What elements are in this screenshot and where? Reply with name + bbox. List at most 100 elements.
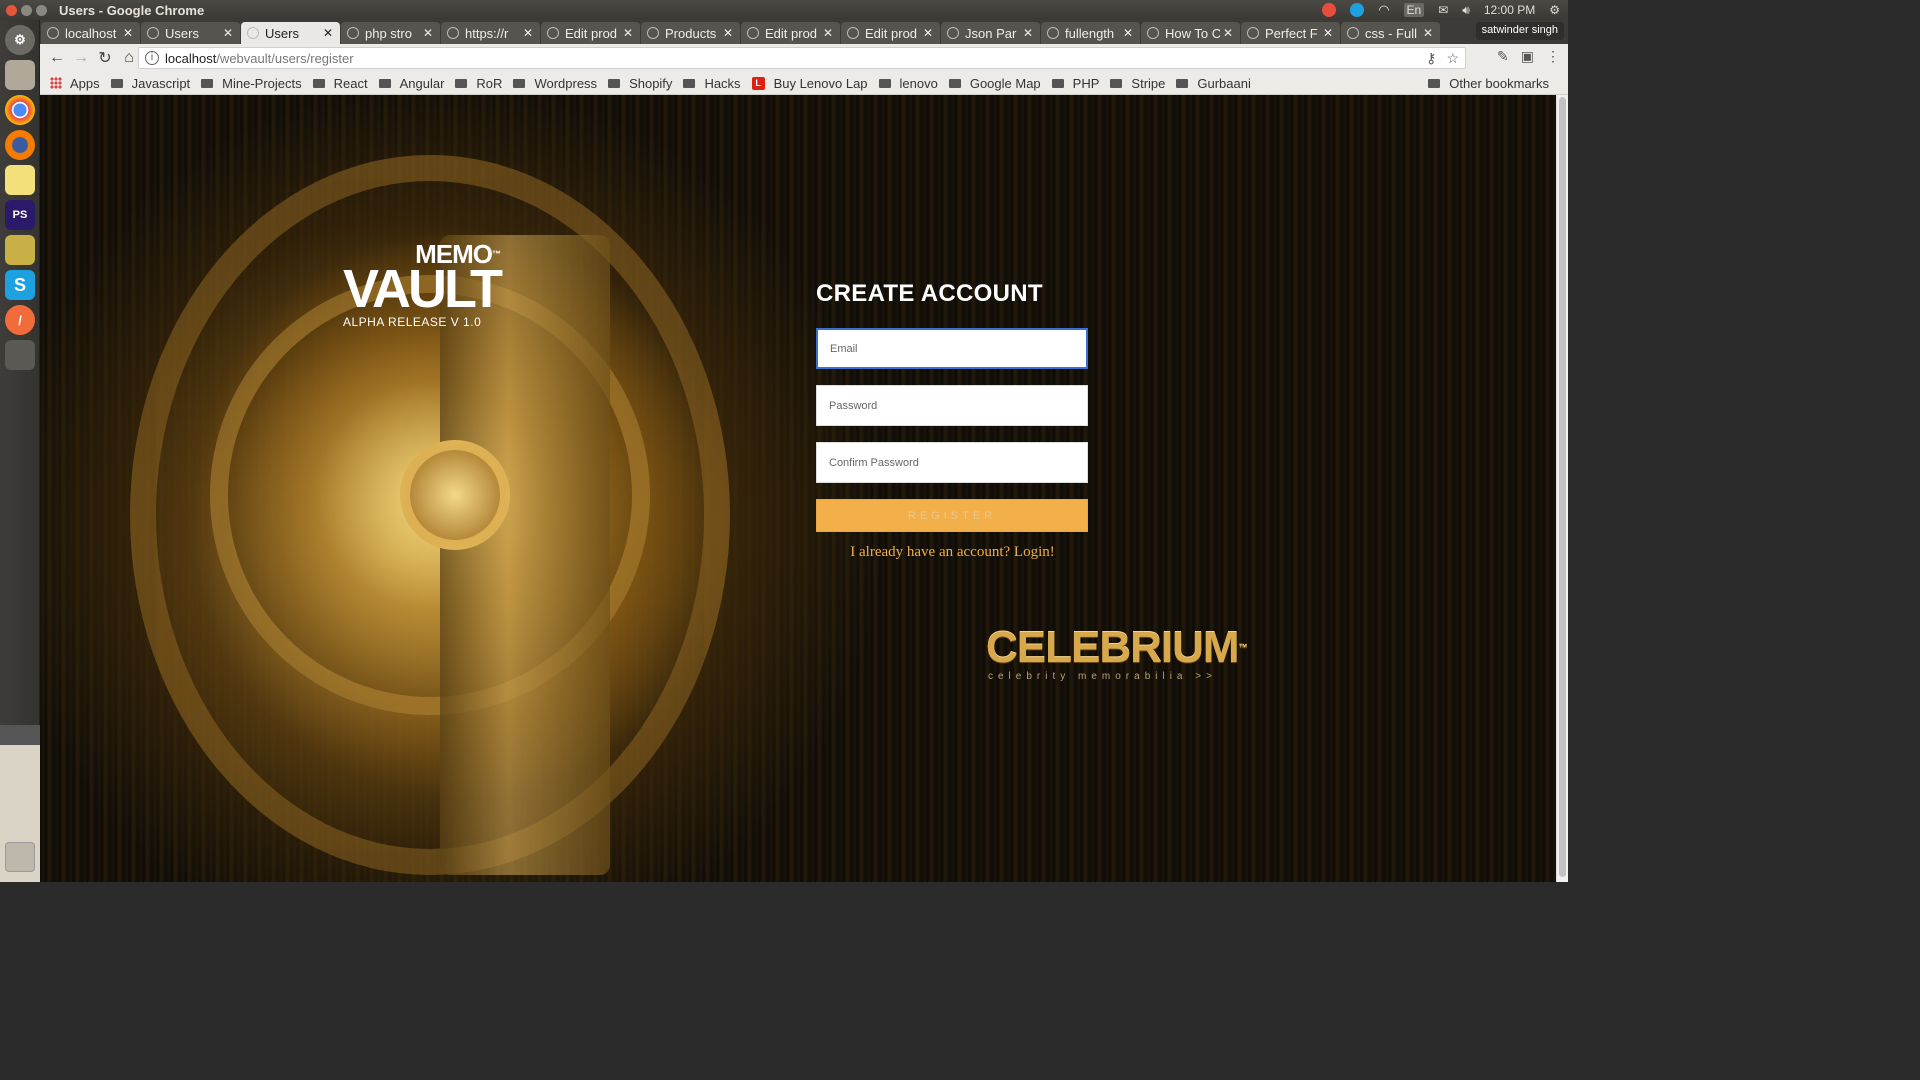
- todo-icon[interactable]: [1322, 3, 1337, 17]
- browser-tab[interactable]: Json Par ✕: [941, 22, 1040, 44]
- bookmark-apps[interactable]: Apps: [40, 76, 100, 91]
- bookmark-item[interactable]: Angular: [378, 75, 445, 91]
- browser-tab[interactable]: php stro ✕: [341, 22, 440, 44]
- tab-close-icon[interactable]: ✕: [1420, 26, 1436, 40]
- tab-close-icon[interactable]: ✕: [820, 26, 836, 40]
- key-icon[interactable]: ⚷: [1426, 50, 1436, 67]
- browser-tab[interactable]: Perfect F ✕: [1241, 22, 1340, 44]
- back-arrow-icon[interactable]: ←: [46, 49, 68, 67]
- home-icon[interactable]: ⌂: [118, 49, 140, 67]
- bookmark-item[interactable]: Hacks: [683, 76, 741, 91]
- mail-icon[interactable]: ✉: [1438, 3, 1448, 17]
- bookmark-item[interactable]: Google Map: [948, 76, 1041, 91]
- page-scrollbar[interactable]: [1556, 95, 1568, 882]
- folder-icon: [1110, 78, 1123, 88]
- tab-label: Edit prod: [565, 25, 618, 41]
- bookmark-item[interactable]: React: [312, 76, 368, 91]
- keyboard-layout[interactable]: En: [1403, 3, 1425, 17]
- browser-tab[interactable]: Products ✕: [641, 22, 740, 44]
- workspace-icon[interactable]: [5, 340, 35, 370]
- login-link[interactable]: I already have an account? Login!: [816, 544, 1089, 561]
- register-button[interactable]: REGISTER: [816, 499, 1088, 532]
- tab-close-icon[interactable]: ✕: [620, 26, 636, 40]
- scrollbar-thumb[interactable]: [1559, 97, 1566, 877]
- screenshot-extension-icon[interactable]: ▣: [1521, 48, 1534, 65]
- close-window-button[interactable]: [6, 4, 17, 16]
- tab-close-icon[interactable]: ✕: [520, 26, 536, 40]
- bookmark-item[interactable]: Gurbaani: [1176, 76, 1251, 91]
- tab-favicon-icon: [947, 27, 959, 39]
- password-field[interactable]: [816, 385, 1088, 426]
- bookmark-item[interactable]: Stripe: [1110, 76, 1165, 91]
- bookmark-star-icon[interactable]: ☆: [1446, 50, 1459, 67]
- tab-close-icon[interactable]: ✕: [1320, 26, 1336, 40]
- confirm-password-field[interactable]: [816, 442, 1088, 483]
- profile-name[interactable]: satwinder singh: [1475, 22, 1564, 40]
- tab-close-icon[interactable]: ✕: [1220, 26, 1236, 40]
- bookmark-item[interactable]: PHP: [1051, 76, 1099, 91]
- minimize-window-button[interactable]: [21, 4, 32, 16]
- tab-close-icon[interactable]: ✕: [720, 26, 736, 40]
- tab-favicon-icon: [247, 27, 259, 39]
- skype-icon[interactable]: [1350, 3, 1365, 17]
- tab-label: Users: [265, 25, 299, 41]
- tab-label: https://r: [465, 25, 509, 41]
- browser-tab[interactable]: Edit prod ✕: [841, 22, 940, 44]
- info-icon[interactable]: i: [145, 51, 159, 65]
- bookmark-item[interactable]: Javascript: [110, 76, 190, 91]
- browser-tab[interactable]: Edit prod ✕: [541, 22, 640, 44]
- email-field[interactable]: [816, 328, 1088, 369]
- tab-close-icon[interactable]: ✕: [420, 26, 436, 40]
- bookmark-item[interactable]: Mine-Projects: [201, 76, 302, 91]
- tab-close-icon[interactable]: ✕: [120, 26, 136, 40]
- menu-icon[interactable]: ⋮: [1546, 48, 1560, 65]
- url-path: /webvault/users/register: [216, 50, 354, 66]
- chrome-icon[interactable]: [5, 95, 35, 125]
- url-host: localhost: [165, 50, 217, 66]
- system-settings-icon[interactable]: ⚙: [5, 25, 35, 55]
- tab-close-icon[interactable]: ✕: [1120, 26, 1136, 40]
- volume-icon[interactable]: 🔊︎: [1462, 3, 1470, 18]
- forward-arrow-icon[interactable]: →: [70, 49, 92, 67]
- bookmark-item[interactable]: Shopify: [608, 76, 672, 91]
- folder-icon: [513, 78, 526, 88]
- address-bar[interactable]: i localhost/webvault/users/register ⚷ ☆: [138, 47, 1466, 69]
- browser-tab[interactable]: Users ✕: [241, 22, 340, 44]
- clock[interactable]: 12:00 PM: [1484, 3, 1535, 17]
- bookmark-item[interactable]: Wordpress: [513, 76, 597, 91]
- browser-tab[interactable]: Users ✕: [141, 22, 240, 44]
- folder-icon: [608, 78, 621, 88]
- browser-tab[interactable]: css - Full ✕: [1341, 22, 1440, 44]
- postman-icon[interactable]: /: [5, 305, 35, 335]
- firefox-icon[interactable]: [5, 130, 35, 160]
- settings-gear-icon[interactable]: ⚙: [1549, 3, 1560, 17]
- bookmark-item[interactable]: L Buy Lenovo Lap: [751, 76, 868, 91]
- folder-icon: [312, 78, 325, 88]
- tab-close-icon[interactable]: ✕: [920, 26, 936, 40]
- gimp-icon[interactable]: [5, 235, 35, 265]
- bookmark-label: Angular: [399, 75, 445, 91]
- celebrium-tagline: celebrity memorabilia >>: [988, 671, 1217, 682]
- trash-icon[interactable]: [5, 842, 35, 872]
- wifi-icon[interactable]: ◠: [1378, 2, 1389, 18]
- browser-tab[interactable]: https://r ✕: [441, 22, 540, 44]
- skype-launcher-icon[interactable]: S: [5, 270, 35, 300]
- phpstorm-icon[interactable]: PS: [5, 200, 35, 230]
- bookmark-item[interactable]: RoR: [455, 76, 502, 91]
- other-bookmarks[interactable]: Other bookmarks: [1428, 76, 1549, 91]
- tab-close-icon[interactable]: ✕: [220, 26, 236, 40]
- browser-tab[interactable]: Edit prod ✕: [741, 22, 840, 44]
- files-icon[interactable]: [5, 60, 35, 90]
- reload-icon[interactable]: ↻: [94, 48, 116, 68]
- browser-tab[interactable]: How To C ✕: [1141, 22, 1240, 44]
- browser-tab[interactable]: localhost ✕: [41, 22, 140, 44]
- extension-icon[interactable]: ✎: [1497, 48, 1509, 65]
- tab-close-icon[interactable]: ✕: [1020, 26, 1036, 40]
- bookmark-label: Stripe: [1131, 75, 1166, 91]
- folder-icon: [948, 78, 961, 88]
- notes-icon[interactable]: [5, 165, 35, 195]
- bookmark-item[interactable]: lenovo: [878, 76, 938, 91]
- maximize-window-button[interactable]: [36, 4, 47, 16]
- browser-tab[interactable]: fullength ✕: [1041, 22, 1140, 44]
- tab-close-icon[interactable]: ✕: [320, 26, 336, 40]
